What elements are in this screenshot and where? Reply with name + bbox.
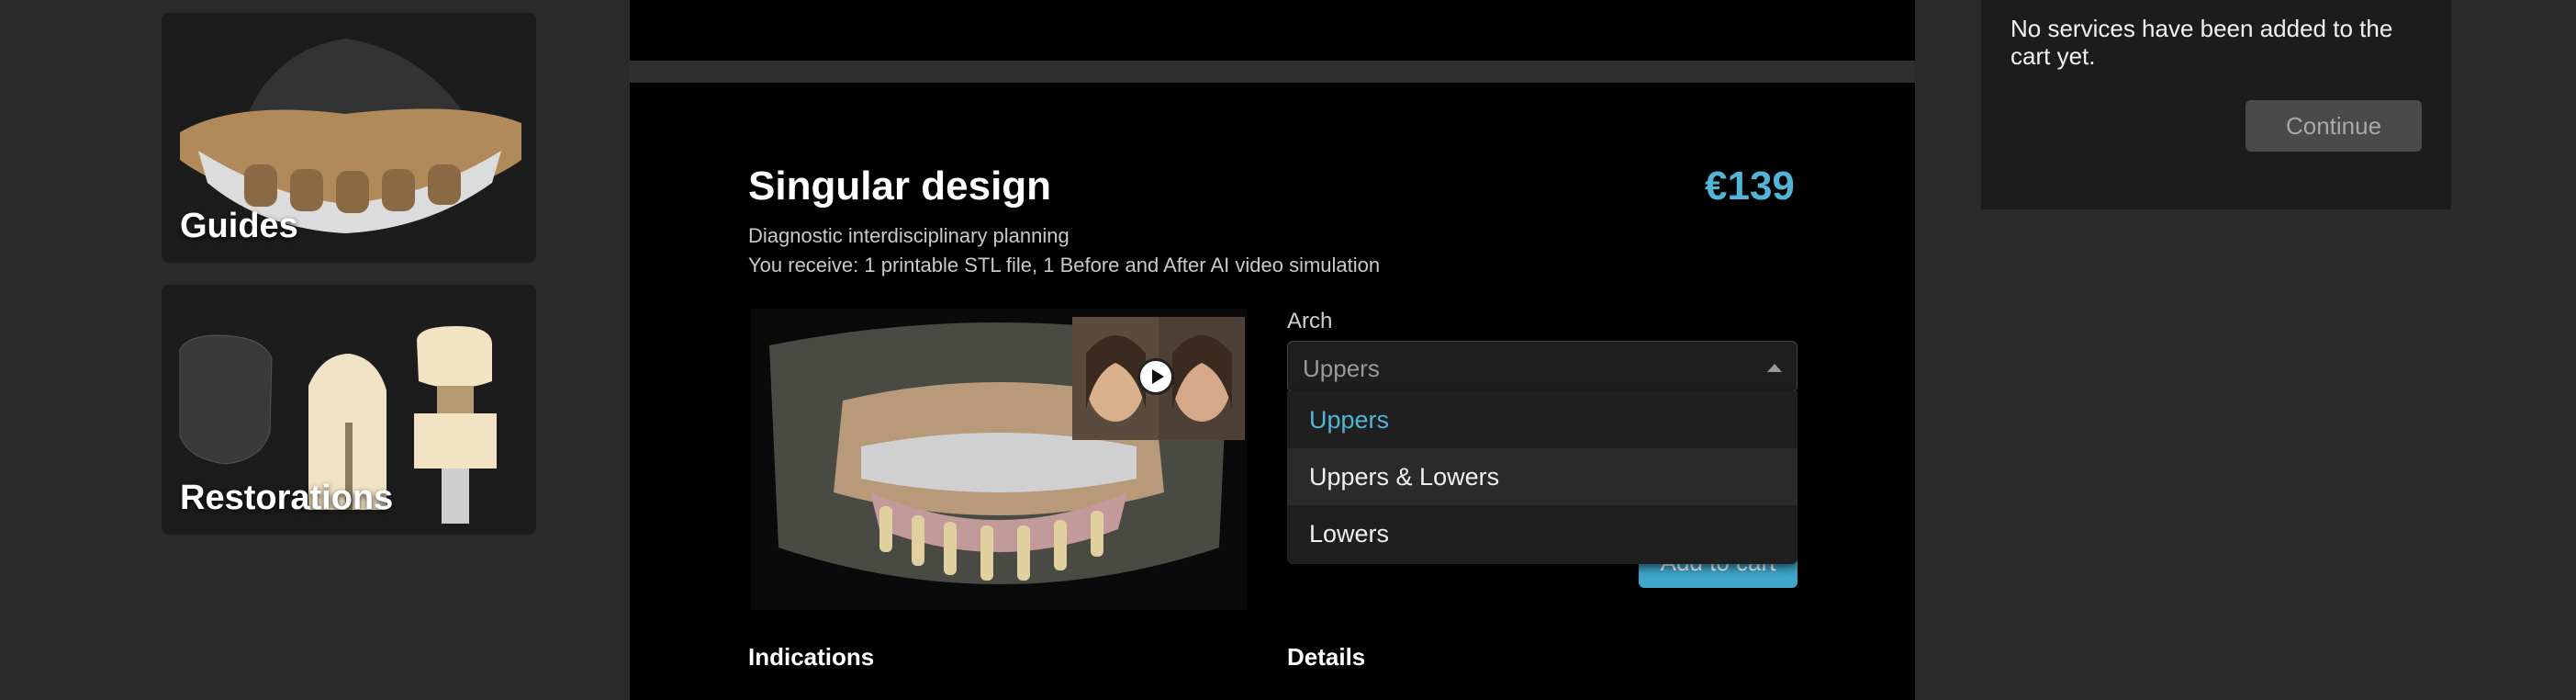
product-price: €139	[1705, 164, 1795, 209]
arch-label: Arch	[1287, 309, 1333, 333]
category-card-restorations[interactable]: Restorations	[162, 285, 536, 535]
indications-heading: Indications	[748, 643, 875, 671]
arch-option-uppers[interactable]: Uppers	[1287, 391, 1798, 448]
arch-option-lowers[interactable]: Lowers	[1287, 505, 1798, 562]
arch-select[interactable]: Uppers	[1287, 341, 1798, 392]
product-deliverables: You receive: 1 printable STL file, 1 Bef…	[748, 254, 1381, 277]
section-divider	[630, 61, 1915, 83]
category-card-guides[interactable]: Guides	[162, 13, 536, 263]
caret-up-icon	[1767, 364, 1782, 372]
cart-empty-message: No services have been added to the cart …	[2010, 15, 2393, 70]
product-title: Singular design	[748, 164, 1052, 209]
arch-select-value: Uppers	[1303, 355, 1380, 382]
arch-dropdown-menu: Uppers Uppers & Lowers Lowers	[1287, 391, 1798, 564]
play-icon[interactable]	[1137, 358, 1174, 395]
category-label: Guides	[180, 207, 298, 245]
arch-option-uppers-lowers[interactable]: Uppers & Lowers	[1287, 448, 1798, 505]
category-label: Restorations	[180, 479, 394, 517]
product-subtitle: Diagnostic interdisciplinary planning	[748, 224, 1070, 247]
details-heading: Details	[1287, 643, 1366, 671]
continue-button[interactable]: Continue	[2246, 100, 2422, 152]
